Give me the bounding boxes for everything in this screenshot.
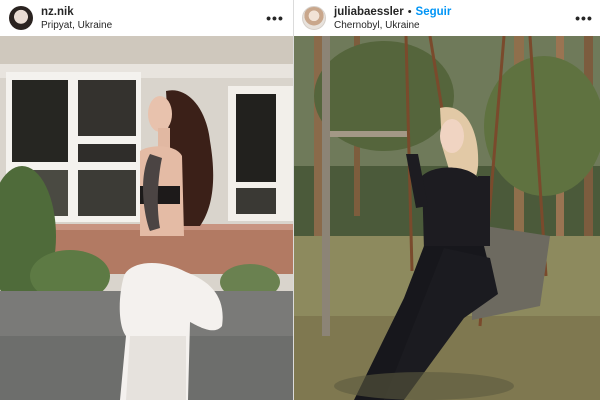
post-card-left: nz.nik Pripyat, Ukraine ••• bbox=[0, 0, 293, 400]
user-info: nz.nik Pripyat, Ukraine bbox=[41, 5, 112, 32]
username-link[interactable]: juliabaessler bbox=[334, 5, 404, 19]
user-line: juliabaessler • Seguir bbox=[334, 5, 451, 19]
user-info: juliabaessler • Seguir Chernobyl, Ukrain… bbox=[334, 5, 451, 32]
follow-button[interactable]: Seguir bbox=[416, 5, 452, 19]
post-photo[interactable] bbox=[0, 36, 293, 400]
location-link[interactable]: Chernobyl, Ukraine bbox=[334, 20, 451, 32]
post-header: juliabaessler • Seguir Chernobyl, Ukrain… bbox=[294, 0, 600, 36]
user-avatar[interactable] bbox=[9, 6, 33, 30]
post-header: nz.nik Pripyat, Ukraine ••• bbox=[0, 0, 293, 36]
user-line: nz.nik bbox=[41, 5, 112, 19]
user-avatar[interactable] bbox=[302, 6, 326, 30]
more-horizontal-icon[interactable]: ••• bbox=[575, 10, 592, 26]
post-photo[interactable] bbox=[294, 36, 600, 400]
more-horizontal-icon[interactable]: ••• bbox=[266, 10, 283, 26]
separator-dot: • bbox=[407, 5, 412, 18]
username-link[interactable]: nz.nik bbox=[41, 5, 74, 19]
post-card-right: juliabaessler • Seguir Chernobyl, Ukrain… bbox=[293, 0, 600, 400]
location-link[interactable]: Pripyat, Ukraine bbox=[41, 20, 112, 32]
